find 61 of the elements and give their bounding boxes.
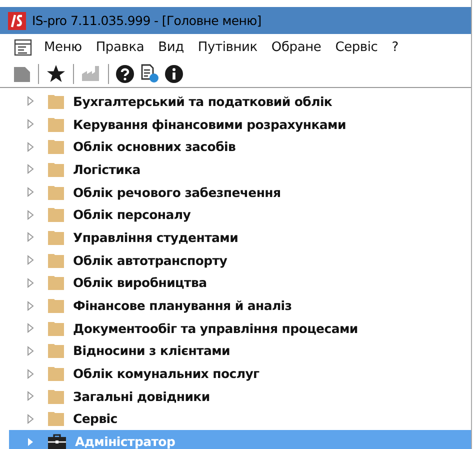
- menu-item[interactable]: Меню: [44, 40, 82, 54]
- collapsed-arrow-icon[interactable]: [27, 391, 34, 402]
- collapsed-arrow-icon[interactable]: [27, 164, 34, 174]
- menu-item[interactable]: Сервіс: [335, 40, 378, 54]
- folder-icon: [48, 94, 64, 109]
- briefcase-icon: [48, 434, 66, 449]
- info-icon[interactable]: [165, 64, 183, 82]
- collapsed-arrow-icon[interactable]: [27, 323, 34, 334]
- window-title: IS-pro 7.11.035.999 - [Головне меню]: [32, 13, 262, 28]
- collapsed-arrow-icon[interactable]: [27, 142, 34, 152]
- tree-item[interactable]: Облік основних засобів: [9, 135, 471, 158]
- tree-item[interactable]: Облік персоналу: [9, 203, 471, 226]
- folder-icon: [48, 275, 64, 290]
- folder-icon: [48, 230, 64, 245]
- folder-icon: [48, 162, 64, 177]
- folder-icon: [48, 139, 64, 154]
- tree-item[interactable]: Керування фінансовими розрахунками: [9, 112, 471, 136]
- folder-icon: [48, 320, 64, 336]
- window-menu-icon[interactable]: [14, 38, 32, 56]
- folder-icon: [48, 252, 64, 268]
- star-icon[interactable]: [46, 64, 66, 83]
- folder-icon: [48, 116, 64, 132]
- menu-item[interactable]: Правка: [96, 40, 144, 54]
- menu-item[interactable]: Путівник: [198, 40, 258, 54]
- tree-item[interactable]: Сервіс: [9, 408, 471, 430]
- collapsed-arrow-icon[interactable]: [27, 96, 34, 106]
- folder-icon: [48, 184, 64, 200]
- tree-item[interactable]: Логістика: [9, 158, 471, 181]
- tree-item[interactable]: Управління студентами: [9, 226, 471, 249]
- tree-item[interactable]: Документообіг та управління процесами: [9, 316, 471, 340]
- collapsed-arrow-icon[interactable]: [27, 187, 34, 198]
- menu-item[interactable]: Обране: [271, 40, 322, 54]
- tree-item[interactable]: Загальні довідники: [9, 384, 471, 408]
- collapsed-arrow-icon[interactable]: [27, 414, 34, 424]
- tree-item[interactable]: Облік речового забезпечення: [9, 180, 471, 204]
- collapsed-arrow-icon[interactable]: [27, 436, 34, 447]
- folder-icon: [48, 388, 64, 404]
- tree-item[interactable]: Бухгалтерський та податковий облік: [9, 90, 471, 113]
- folder-icon: [48, 366, 64, 382]
- collapsed-arrow-icon[interactable]: [27, 368, 34, 379]
- tree-item[interactable]: Відносини з клієнтами: [9, 340, 471, 362]
- folder-icon: [48, 411, 64, 426]
- menu-item[interactable]: Вид: [158, 40, 184, 54]
- folder-icon: [48, 343, 64, 358]
- tree-item[interactable]: Облік виробництва: [9, 272, 471, 294]
- collapsed-arrow-icon[interactable]: [27, 119, 34, 130]
- folder-icon: [48, 207, 64, 222]
- collapsed-arrow-icon[interactable]: [27, 210, 34, 220]
- collapsed-arrow-icon[interactable]: [27, 346, 34, 356]
- document-help-icon[interactable]: [140, 64, 159, 83]
- collapsed-arrow-icon[interactable]: [27, 278, 34, 288]
- tree-item[interactable]: Облік автотранспорту: [9, 248, 471, 272]
- tree-item[interactable]: Облік комунальних послуг: [9, 362, 471, 385]
- menu-item[interactable]: ?: [392, 40, 398, 54]
- app-logo-icon: [8, 12, 26, 30]
- collapsed-arrow-icon[interactable]: [27, 232, 34, 242]
- collapsed-arrow-icon[interactable]: [27, 255, 34, 266]
- collapsed-arrow-icon[interactable]: [27, 300, 34, 311]
- folder-icon: [48, 298, 64, 314]
- tree-item[interactable]: Фінансове планування й аналіз: [9, 294, 471, 317]
- help-icon[interactable]: [116, 64, 134, 82]
